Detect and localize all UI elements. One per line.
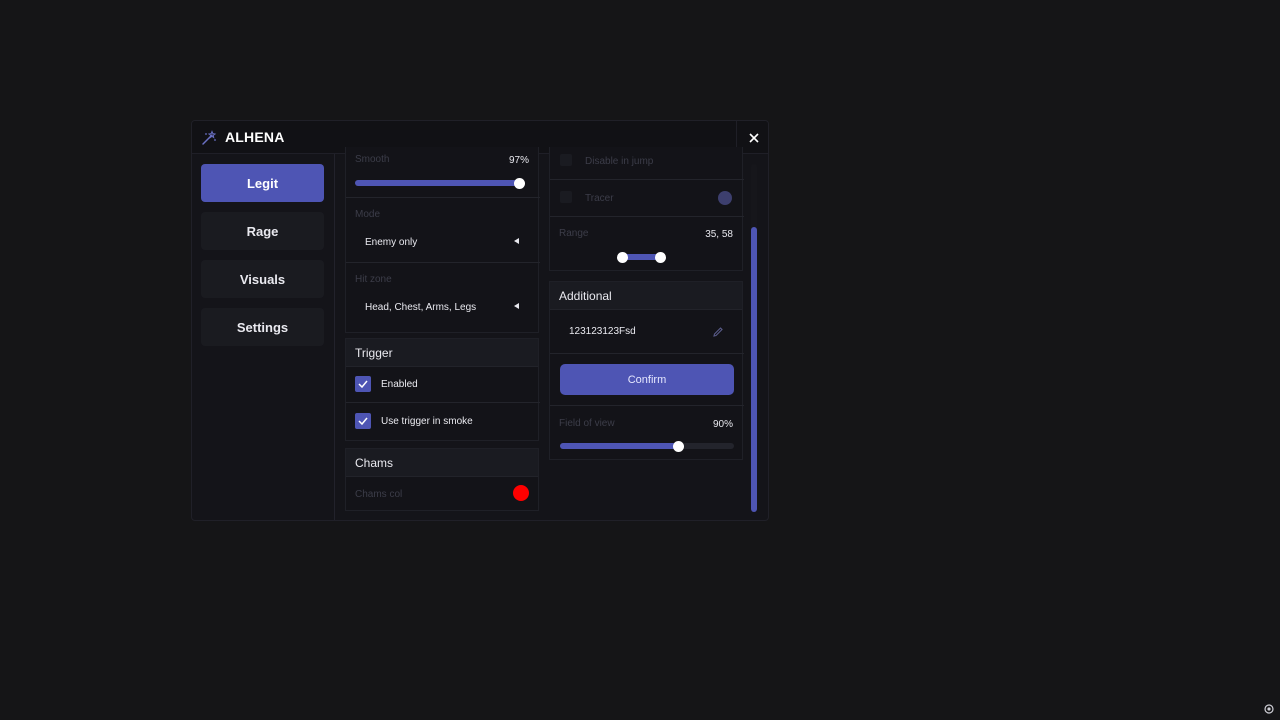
fov-label: Field of view bbox=[559, 418, 615, 429]
disable-in-jump-label: Disable in jump bbox=[585, 156, 654, 167]
tracer-label: Tracer bbox=[585, 193, 614, 204]
pencil-icon[interactable] bbox=[713, 327, 723, 337]
sidebar: Legit Rage Visuals Settings bbox=[192, 154, 335, 520]
range-slider[interactable] bbox=[617, 251, 666, 263]
smooth-slider[interactable] bbox=[355, 177, 525, 189]
disable-in-jump-checkbox[interactable] bbox=[560, 154, 572, 166]
sidebar-item-legit[interactable]: Legit bbox=[201, 164, 324, 202]
range-value: 35, 58 bbox=[705, 229, 733, 240]
app-title: ALHENA bbox=[225, 129, 285, 145]
chams-panel: Chams Chams col bbox=[345, 448, 539, 511]
hitzone-label: Hit zone bbox=[355, 274, 392, 285]
smooth-slider-knob[interactable] bbox=[514, 177, 525, 189]
hitzone-selected-value: Head, Chest, Arms, Legs bbox=[365, 302, 477, 313]
magic-wand-icon bbox=[202, 130, 217, 145]
checkmark-icon bbox=[358, 380, 368, 388]
fov-slider-knob[interactable] bbox=[673, 440, 684, 452]
chams-color-swatch[interactable] bbox=[513, 485, 529, 501]
sidebar-item-visuals[interactable]: Visuals bbox=[201, 260, 324, 298]
dropdown-arrow-icon bbox=[514, 303, 519, 309]
app-window: ALHENA Legit Rage Visuals Settings Smoot… bbox=[191, 120, 769, 521]
fov-value: 90% bbox=[712, 419, 733, 430]
trigger-enabled-checkbox[interactable] bbox=[355, 376, 371, 392]
range-slider-min-knob[interactable] bbox=[617, 251, 628, 263]
text-input-value: 123123123Fsd bbox=[569, 326, 636, 337]
range-slider-max-knob[interactable] bbox=[655, 251, 666, 263]
tracer-color-swatch[interactable] bbox=[718, 191, 732, 205]
trigger-panel: Trigger Enabled Use trigger in smoke bbox=[345, 338, 540, 441]
chams-color-label: Chams col bbox=[355, 489, 403, 500]
mode-label: Mode bbox=[355, 209, 381, 220]
confirm-button[interactable]: Confirm bbox=[560, 364, 734, 395]
sidebar-item-rage[interactable]: Rage bbox=[201, 212, 324, 250]
text-input[interactable]: 123123123Fsd bbox=[559, 318, 735, 346]
extras-panel: Disable in jump Tracer Range 35, 58 bbox=[549, 147, 744, 271]
additional-header: Additional bbox=[550, 282, 742, 310]
additional-panel: Additional 123123123Fsd Confirm Field of… bbox=[549, 281, 744, 460]
trigger-header: Trigger bbox=[346, 339, 538, 367]
record-icon bbox=[1264, 704, 1274, 714]
fov-slider[interactable] bbox=[560, 440, 734, 452]
checkmark-icon bbox=[358, 417, 368, 425]
dropdown-arrow-icon bbox=[514, 238, 519, 244]
smooth-label: Smooth bbox=[355, 154, 390, 165]
tracer-checkbox[interactable] bbox=[560, 191, 572, 203]
range-label: Range bbox=[559, 228, 589, 239]
scrollbar-thumb[interactable] bbox=[751, 227, 757, 512]
trigger-enabled-label: Enabled bbox=[381, 379, 418, 390]
aim-settings-panel: Smooth 97% Mode Enemy only Hit zone Head… bbox=[345, 147, 540, 333]
scrollbar[interactable] bbox=[751, 164, 757, 512]
trigger-smoke-label: Use trigger in smoke bbox=[381, 416, 473, 427]
chams-header: Chams bbox=[346, 449, 538, 477]
smooth-value: 97% bbox=[508, 155, 529, 166]
close-icon bbox=[748, 132, 759, 143]
sidebar-item-settings[interactable]: Settings bbox=[201, 308, 324, 346]
trigger-smoke-checkbox[interactable] bbox=[355, 413, 371, 429]
mode-selected-value: Enemy only bbox=[365, 237, 418, 248]
